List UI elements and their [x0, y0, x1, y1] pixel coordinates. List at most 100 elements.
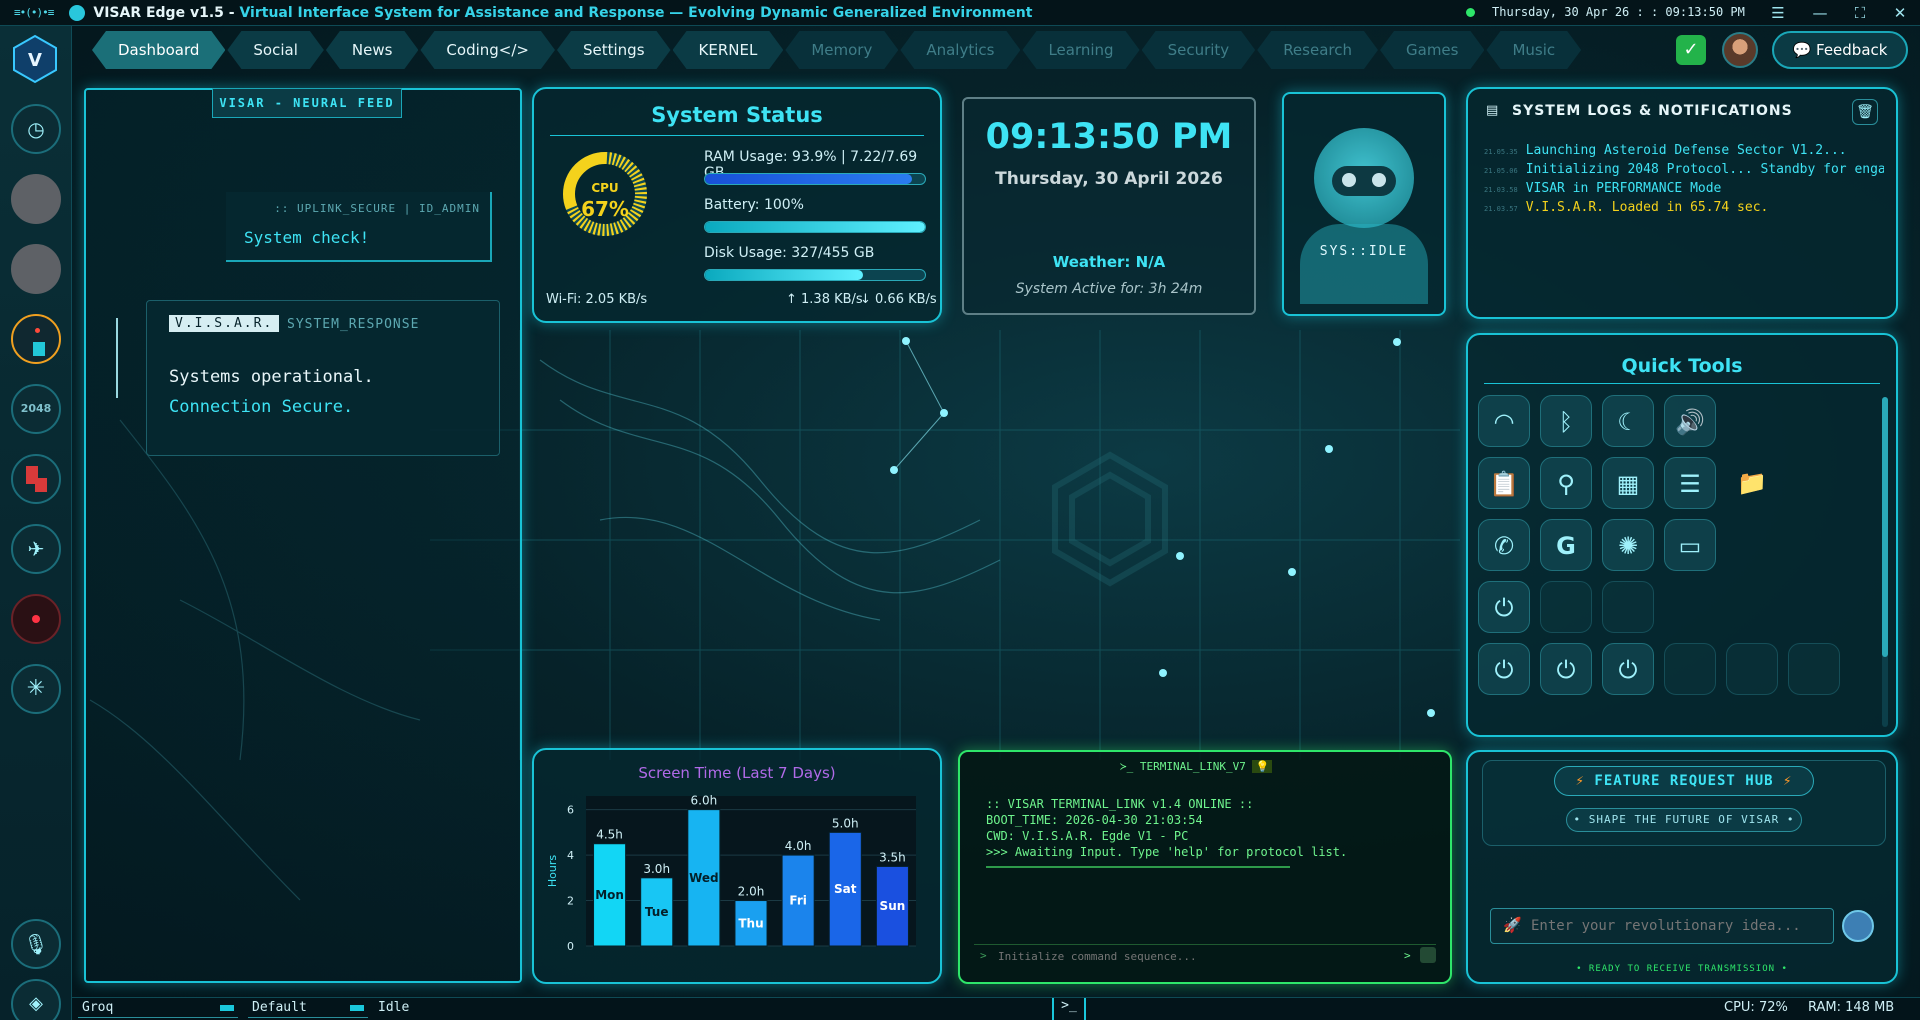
power-icon[interactable]: ⏻ — [1602, 643, 1654, 695]
openai-icon[interactable]: ✺ — [1602, 519, 1654, 571]
maximize-button[interactable]: ⛶ — [1846, 2, 1874, 24]
console-toggle-icon[interactable]: >_ — [1052, 998, 1086, 1020]
log-entry: 21.05.35 Launching Asteroid Defense Secto… — [1484, 143, 1884, 162]
visar-core-icon[interactable]: ◈ — [11, 979, 61, 1020]
tab-research[interactable]: Research — [1257, 31, 1378, 69]
upload-speed: ↑ 1.38 KB/s — [786, 292, 863, 307]
clipboard-icon[interactable]: 📋 — [1478, 457, 1530, 509]
tab-dashboard[interactable]: Dashboard — [92, 31, 225, 69]
tab-learning[interactable]: Learning — [1022, 31, 1139, 69]
tab-memory[interactable]: Memory — [785, 31, 898, 69]
tab-social[interactable]: Social — [227, 31, 323, 69]
game-2048-icon[interactable]: 2048 — [11, 384, 61, 434]
provider-select[interactable]: Groq — [78, 1000, 238, 1018]
terminal-panel: ≻_ TERMINAL_LINK_V7 💡 :: VISAR TERMINAL_… — [958, 750, 1452, 984]
battery-text: Battery: 100% — [704, 197, 804, 213]
logs-title: SYSTEM LOGS & NOTIFICATIONS — [1512, 103, 1793, 119]
tab-analytics[interactable]: Analytics — [900, 31, 1020, 69]
microphone-icon[interactable]: 🎙 — [11, 919, 61, 969]
spaceship-icon[interactable]: ✈ — [11, 524, 61, 574]
terminal-title: ≻_ TERMINAL_LINK_V7 💡 — [1120, 760, 1273, 773]
tab-security[interactable]: Security — [1142, 31, 1256, 69]
trash-icon[interactable]: 🗑 — [1852, 99, 1878, 125]
verified-check-icon[interactable]: ✓ — [1676, 35, 1706, 65]
empty-tool-slot[interactable] — [1788, 643, 1840, 695]
send-command-icon[interactable]: > — [1404, 949, 1411, 962]
clock-time: 09:13:50 PM — [985, 117, 1233, 157]
blocks-game-icon[interactable] — [11, 454, 61, 504]
tab-games[interactable]: Games — [1380, 31, 1484, 69]
stamp-icon[interactable]: ⚲ — [1540, 457, 1592, 509]
svg-text:V: V — [28, 50, 42, 71]
download-speed: ↓ 0.66 KB/s — [860, 292, 937, 307]
screen-time-panel: Screen Time (Last 7 Days) 0 2 4 6 Hours 4.5h M… — [532, 748, 942, 984]
profile-select[interactable]: Default — [248, 1000, 368, 1018]
terminal-output: :: VISAR TERMINAL_LINK v1.4 ONLINE :: BOO… — [986, 796, 1426, 860]
log-time: 21.05.06 — [1484, 167, 1518, 175]
feedback-button[interactable]: 💬 Feedback — [1772, 31, 1908, 69]
empty-tool-slot[interactable] — [1540, 581, 1592, 633]
tab-kernel[interactable]: KERNEL — [673, 31, 784, 69]
neural-feed-title: VISAR - NEURAL FEED — [212, 88, 402, 118]
speaker-icon[interactable]: 🔊 — [1664, 395, 1716, 447]
system-status-panel: System Status CPU 67% RAM Usage: 93.9% |… — [532, 87, 942, 323]
clock-panel: 09:13:50 PM Thursday, 30 April 2026 Weat… — [962, 97, 1256, 315]
terminal-line: :: VISAR TERMINAL_LINK v1.4 ONLINE :: — [986, 797, 1254, 811]
app-name: VISAR Edge v1.5 — [93, 4, 224, 21]
google-icon[interactable]: G — [1540, 519, 1592, 571]
tab-coding[interactable]: Coding</> — [420, 31, 555, 69]
cpu-value: 67% — [581, 197, 629, 221]
title-separator: - — [223, 4, 240, 21]
tools-scrollbar[interactable] — [1882, 397, 1888, 727]
power-icon[interactable]: ⏻ — [1478, 643, 1530, 695]
close-button[interactable]: ✕ — [1886, 2, 1914, 24]
power-icon[interactable]: ⏻ — [1540, 643, 1592, 695]
bluetooth-icon[interactable]: ᛒ — [1540, 395, 1592, 447]
x-category-label: Fri — [789, 894, 806, 908]
neural-feed-panel: VISAR - NEURAL FEED :: UPLINK_SECURE | I… — [84, 88, 522, 983]
feature-hub-title-text: FEATURE REQUEST HUB — [1594, 773, 1774, 789]
agent-state: Idle — [378, 1000, 410, 1015]
terminal-options-button[interactable] — [1420, 947, 1436, 963]
user-avatar[interactable] — [1722, 32, 1758, 68]
terminal-icon[interactable]: ▭ — [1664, 519, 1716, 571]
clock-history-icon[interactable]: ◷ — [11, 104, 61, 154]
y-tick-label: 2 — [567, 895, 574, 908]
folder-icon[interactable]: 📁 — [1726, 457, 1778, 509]
whatsapp-icon[interactable]: ✆ — [1478, 519, 1530, 571]
idea-input[interactable] — [1531, 913, 1821, 939]
command-input[interactable] — [998, 946, 1378, 966]
y-tick-label: 6 — [567, 804, 574, 817]
moon-icon[interactable]: ☾ — [1602, 395, 1654, 447]
tab-settings[interactable]: Settings — [557, 31, 671, 69]
terminal-title-text: TERMINAL_LINK_V7 — [1139, 760, 1246, 773]
empty-tool-slot[interactable] — [1664, 643, 1716, 695]
power-icon[interactable]: ⏻ — [1478, 581, 1530, 633]
checklist-icon[interactable]: ☰ — [1664, 457, 1716, 509]
qr-scan-icon[interactable]: ▦ — [1602, 457, 1654, 509]
tab-music[interactable]: Music — [1486, 31, 1581, 69]
bar-value-label: 5.0h — [832, 816, 859, 830]
visar-logo-icon[interactable]: V — [12, 34, 58, 84]
window-title: VISAR Edge v1.5 - Virtual Interface Syst… — [93, 5, 1032, 21]
asteroid-game-icon[interactable] — [11, 314, 61, 364]
divider — [550, 135, 924, 136]
lightbulb-icon[interactable]: 💡 — [1252, 760, 1273, 773]
empty-tool-slot[interactable] — [1726, 643, 1778, 695]
submit-idea-button[interactable] — [1842, 910, 1874, 942]
tab-news[interactable]: News — [326, 31, 419, 69]
minimize-button[interactable]: — — [1806, 2, 1834, 24]
app-slot-button[interactable] — [11, 174, 61, 224]
app-slot-button[interactable] — [11, 244, 61, 294]
menu-icon[interactable]: ☰ — [1764, 2, 1792, 24]
idea-input-box: 🚀 — [1490, 908, 1834, 944]
bar-value-label: 3.0h — [643, 862, 670, 876]
user-message: :: UPLINK_SECURE | ID_ADMIN System check… — [226, 192, 492, 262]
empty-tool-slot[interactable] — [1602, 581, 1654, 633]
bar-value-label: 4.5h — [596, 828, 623, 842]
cpu-label: CPU — [591, 181, 619, 195]
record-icon[interactable] — [11, 594, 61, 644]
log-entry: 21.03.58 VISAR in PERFORMANCE Mode — [1484, 181, 1884, 200]
accessibility-icon[interactable]: ✳ — [11, 664, 61, 714]
wifi-icon[interactable]: ◠ — [1478, 395, 1530, 447]
